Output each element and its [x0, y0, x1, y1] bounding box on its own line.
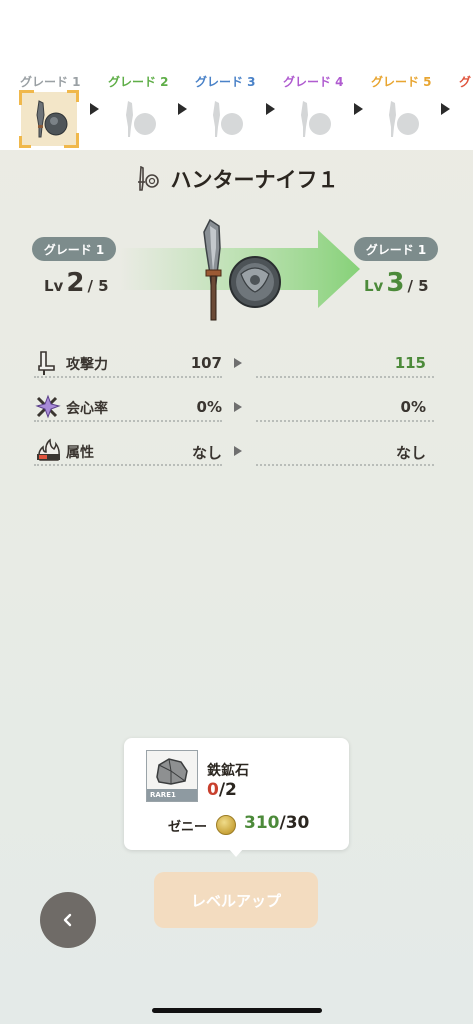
- from-grade-pill: グレード 1: [32, 237, 116, 261]
- material-thumbnail[interactable]: RARE1: [146, 750, 198, 802]
- stat-row-attack: 攻撃力 107 115: [34, 348, 434, 378]
- stat-name: 属性: [66, 445, 94, 461]
- grade-5-thumb[interactable]: [373, 92, 429, 146]
- weapon-thumb-icon: [389, 101, 419, 137]
- grade-arrow: [266, 103, 275, 115]
- grade-arrow: [90, 103, 99, 115]
- stat-next: なし: [395, 444, 426, 462]
- to-level-max: / 5: [407, 277, 429, 295]
- material-need: /2: [218, 780, 237, 800]
- sword-shield-icon: [137, 166, 159, 191]
- grade-1-label[interactable]: グレード 1: [20, 73, 81, 90]
- stat-next: 115: [394, 354, 426, 372]
- zeny-coin-icon: [216, 815, 236, 835]
- stat-row-element: 属性 なし なし: [34, 436, 434, 466]
- weapon-title: ハンターナイフ１: [0, 164, 473, 194]
- critical-icon: [35, 394, 61, 419]
- grade-6-label[interactable]: グ: [459, 73, 471, 90]
- grade-2-label[interactable]: グレード 2: [108, 73, 169, 90]
- weapon-thumb-icon: [301, 101, 331, 137]
- grade-1-thumb[interactable]: [19, 90, 79, 148]
- stat-name: 会心率: [66, 401, 108, 417]
- card-pointer: [228, 848, 244, 857]
- grade-arrow: [354, 103, 363, 115]
- grade-arrow: [178, 103, 187, 115]
- divider: [34, 420, 222, 422]
- element-icon: [37, 438, 60, 461]
- stat-arrow: [234, 446, 242, 456]
- level-up-button[interactable]: レベルアップ: [154, 872, 318, 928]
- divider: [34, 464, 222, 466]
- stat-current: 0%: [196, 398, 222, 416]
- home-indicator[interactable]: [152, 1008, 322, 1013]
- zeny-label: ゼニー: [168, 820, 208, 835]
- material-have: 0: [207, 780, 219, 800]
- zeny-have: 310: [244, 813, 280, 833]
- from-level: Lv 2 / 5: [44, 268, 109, 298]
- divider: [34, 376, 222, 378]
- grade-3-label[interactable]: グレード 3: [195, 73, 256, 90]
- weapon-illustration: [203, 218, 281, 321]
- to-level-prefix: Lv: [364, 277, 384, 295]
- rarity-label: RARE1: [147, 789, 197, 801]
- stat-arrow: [234, 358, 242, 368]
- from-level-prefix: Lv: [44, 277, 64, 295]
- material-count: 0/2: [207, 780, 237, 800]
- zeny-need: /30: [279, 813, 310, 833]
- weapon-thumb-icon: [213, 101, 243, 137]
- to-grade-pill: グレード 1: [354, 237, 438, 261]
- chevron-left-icon: [63, 913, 72, 927]
- to-level-value: 3: [386, 268, 405, 298]
- stat-row-critical: 会心率 0% 0%: [34, 392, 434, 422]
- grade-5-label[interactable]: グレード 5: [371, 73, 432, 90]
- stat-current: なし: [191, 444, 222, 462]
- divider: [256, 420, 434, 422]
- divider: [256, 376, 434, 378]
- zeny-amount: 310/30: [244, 813, 309, 833]
- back-button[interactable]: [40, 892, 96, 948]
- material-card: RARE1 鉄鉱石 0/2 ゼニー 310/30: [124, 738, 349, 850]
- stat-name: 攻撃力: [66, 357, 108, 373]
- divider: [256, 464, 434, 466]
- stat-next: 0%: [400, 398, 426, 416]
- stat-current: 107: [190, 354, 222, 372]
- weapon-thumb-icon: [36, 100, 68, 138]
- stat-arrow: [234, 402, 242, 412]
- iron-ore-icon: [156, 758, 188, 785]
- weapon-name: ハンターナイフ１: [170, 168, 339, 192]
- grade-2-thumb[interactable]: [110, 92, 166, 146]
- material-name: 鉄鉱石: [207, 763, 249, 779]
- grade-3-thumb[interactable]: [197, 92, 253, 146]
- grade-4-thumb[interactable]: [285, 92, 341, 146]
- attack-icon: [38, 351, 55, 375]
- grade-4-label[interactable]: グレード 4: [283, 73, 344, 90]
- from-level-max: / 5: [87, 277, 109, 295]
- from-level-value: 2: [66, 268, 85, 298]
- grade-arrow: [441, 103, 450, 115]
- weapon-thumb-icon: [126, 101, 156, 137]
- to-level: Lv 3 / 5: [364, 268, 429, 298]
